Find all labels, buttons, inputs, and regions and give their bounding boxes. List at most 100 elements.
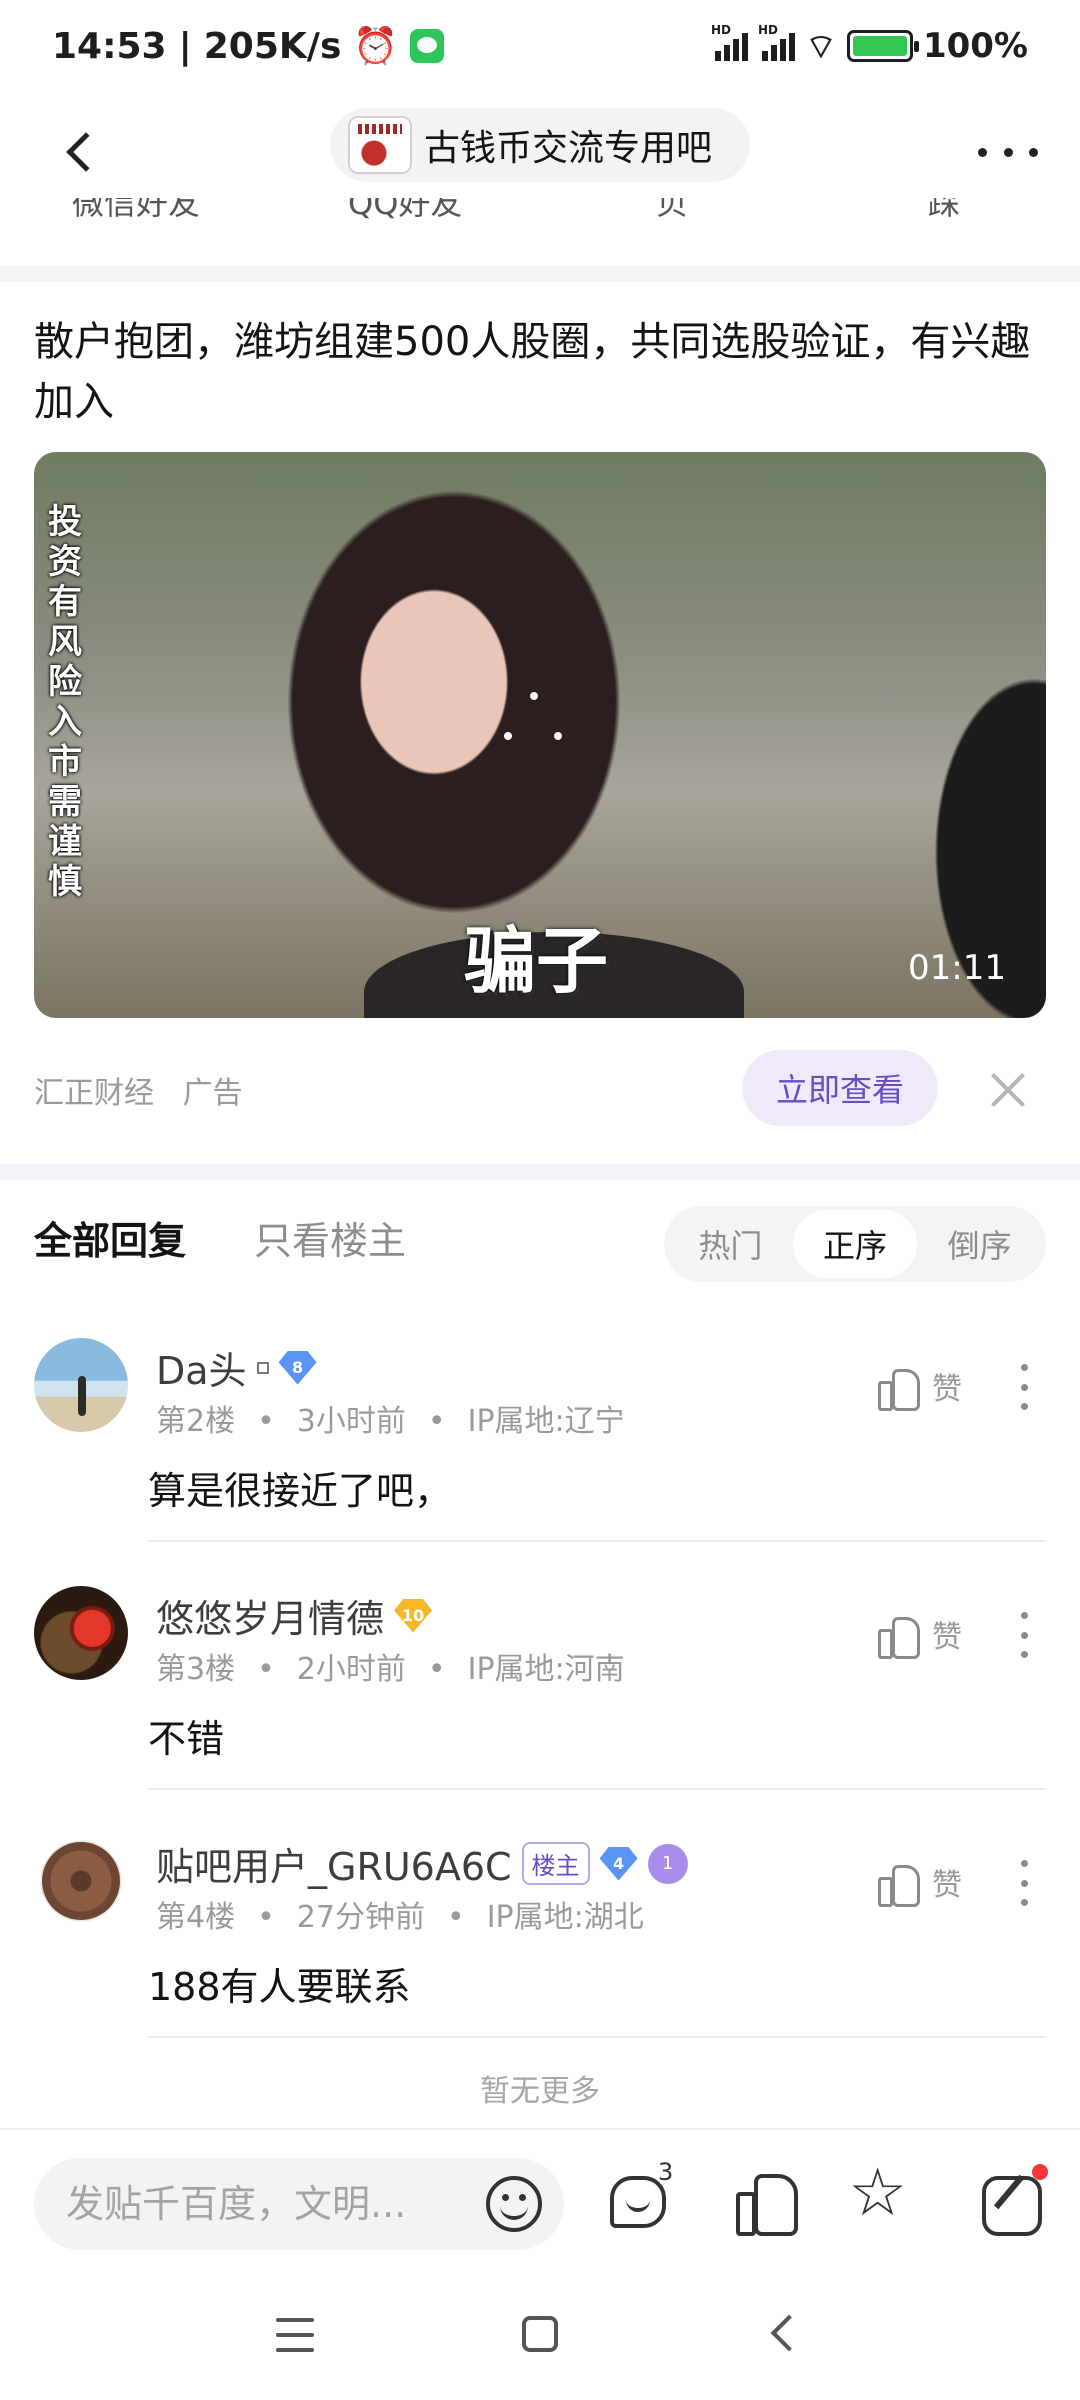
comment-item: 悠悠岁月情德 10 第3楼 • 2小时前 • IP属地:河南 赞 不错: [0, 1586, 1080, 1834]
forum-entry-button[interactable]: 古钱币交流专用吧: [330, 108, 750, 182]
battery-percent: 100%: [922, 26, 1028, 66]
close-icon[interactable]: [984, 1066, 1032, 1114]
floor-number: 第4楼: [156, 1900, 236, 1935]
thumbs-up-icon: [878, 1365, 920, 1411]
medal-icon: 1: [647, 1843, 688, 1884]
share-dislike-label[interactable]: 踩: [928, 198, 960, 224]
ad-label: 广告: [182, 1076, 243, 1111]
share-strip-cut: 微信好友 QQ好友 贝 踩: [0, 198, 1080, 226]
share-wechat-label[interactable]: 微信好友: [72, 198, 200, 224]
chevron-left-icon: [66, 132, 106, 172]
compose-input[interactable]: [66, 2182, 466, 2226]
comment-username-row: 贴吧用户_GRU6A6C 楼主 4 1: [156, 1836, 688, 1891]
sort-hot[interactable]: 热门: [668, 1210, 793, 1278]
reply-button[interactable]: 3: [604, 2158, 676, 2238]
comment-more-button[interactable]: [1014, 1860, 1034, 1906]
comment-item: Da头 8 第2楼 • 3小时前 • IP属地:辽宁 赞 算是很接近了吧，: [0, 1338, 1080, 1586]
comment-more-button[interactable]: [1014, 1612, 1034, 1658]
comment-meta: 第4楼 • 27分钟前 • IP属地:湖北: [156, 1900, 644, 1935]
forum-name: 古钱币交流专用吧: [424, 128, 713, 169]
sort-ascending[interactable]: 正序: [792, 1210, 918, 1278]
home-icon[interactable]: [522, 2316, 558, 2352]
owner-tag: 楼主: [521, 1842, 590, 1885]
ad-title[interactable]: 散户抱团，潍坊组建500人股圈，共同选股验证，有兴趣加入: [34, 312, 1044, 432]
reply-count: 3: [658, 2158, 674, 2186]
advertiser-name: 汇正财经: [34, 1076, 154, 1111]
avatar[interactable]: [34, 1338, 128, 1432]
star-icon[interactable]: ☆: [848, 2160, 920, 2238]
comment-username-row: 悠悠岁月情德 10: [156, 1588, 433, 1643]
comment-username-row: Da头 8: [156, 1340, 317, 1395]
emoji-icon[interactable]: [486, 2176, 542, 2232]
floor-number: 第3楼: [156, 1652, 236, 1687]
forum-avatar: [348, 116, 412, 174]
avatar[interactable]: [34, 1586, 128, 1680]
username[interactable]: 悠悠岁月情德: [156, 1588, 384, 1643]
signal-icon: HD: [711, 23, 748, 61]
comment-item: 贴吧用户_GRU6A6C 楼主 4 1 第4楼 • 27分钟前 • IP属地:湖北 赞 …: [0, 1834, 1080, 2082]
compose-box[interactable]: [34, 2158, 564, 2250]
back-button[interactable]: [40, 112, 120, 192]
ad-video[interactable]: 投资有风险 入市需谨慎 骗子 01:11: [34, 452, 1046, 1018]
ip-location: IP属地:辽宁: [467, 1404, 625, 1439]
comment-meta: 第2楼 • 3小时前 • IP属地:辽宁: [156, 1404, 625, 1439]
small-square-icon: [256, 1361, 269, 1374]
floor-number: 第2楼: [156, 1404, 236, 1439]
no-more-label: 暂无更多: [480, 2074, 600, 2109]
sort-toggle: 热门 正序 倒序: [664, 1206, 1046, 1282]
like-label: 赞: [932, 1868, 962, 1903]
username[interactable]: 贴吧用户_GRU6A6C: [156, 1836, 512, 1891]
system-nav-bar: [0, 2278, 1080, 2400]
like-button[interactable]: 赞: [878, 1860, 962, 1907]
section-divider: [0, 266, 1080, 282]
battery-icon: [846, 30, 919, 62]
avatar[interactable]: [34, 1834, 128, 1928]
more-options-button[interactable]: [972, 122, 1044, 182]
top-nav-bar: 古钱币交流专用吧: [0, 92, 1080, 212]
like-label: 赞: [932, 1372, 962, 1407]
share-tip-label[interactable]: 贝: [656, 198, 688, 224]
loading-spinner-icon: [504, 692, 564, 752]
back-icon[interactable]: [770, 2314, 808, 2352]
ip-location: IP属地:湖北: [486, 1900, 644, 1935]
level-badge: 8: [278, 1350, 317, 1385]
video-duration: 01:11: [908, 948, 1006, 988]
wechat-icon: [410, 29, 445, 63]
ip-location: IP属地:河南: [467, 1652, 625, 1687]
comment-text: 188有人要联系: [148, 1965, 411, 2009]
level-badge: 4: [599, 1846, 638, 1881]
like-label: 赞: [932, 1620, 962, 1655]
section-divider: [0, 1164, 1080, 1180]
video-subtitle: 骗子: [464, 919, 609, 1003]
comment-divider: [148, 1540, 1046, 1542]
comment-more-button[interactable]: [1014, 1364, 1034, 1410]
share-qq-label[interactable]: QQ好友: [348, 198, 462, 224]
menu-icon[interactable]: [276, 2318, 314, 2352]
ad-view-now-button[interactable]: 立即查看: [742, 1050, 938, 1126]
tab-owner-only[interactable]: 只看楼主: [254, 1210, 406, 1265]
thumbs-up-icon: [878, 1613, 920, 1659]
comment-text: 不错: [148, 1717, 225, 1761]
post-time: 27分钟前: [296, 1900, 425, 1935]
sort-descending[interactable]: 倒序: [917, 1210, 1042, 1278]
status-time: 14:53: [52, 25, 167, 67]
wifi-icon: ⌔: [804, 26, 837, 67]
username[interactable]: Da头: [156, 1340, 247, 1395]
comment-divider: [148, 2036, 1046, 2038]
comment-text: 算是很接近了吧，: [148, 1469, 453, 1513]
tab-all-replies[interactable]: 全部回复: [34, 1210, 186, 1265]
edit-icon[interactable]: [976, 2164, 1048, 2238]
notification-dot: [1032, 2164, 1048, 2180]
thumbs-up-icon[interactable]: [730, 2166, 802, 2238]
like-button[interactable]: 赞: [878, 1364, 962, 1411]
comment-divider: [148, 1788, 1046, 1790]
post-time: 3小时前: [296, 1404, 406, 1439]
thumbs-up-icon: [878, 1861, 920, 1907]
comment-meta: 第3楼 • 2小时前 • IP属地:河南: [156, 1652, 625, 1687]
bottom-action-bar: 3 ☆: [0, 2128, 1080, 2278]
ad-source: 汇正财经 广告: [34, 1068, 243, 1112]
level-badge: 10: [394, 1598, 433, 1633]
net-speed: 205K/s: [203, 25, 342, 67]
like-button[interactable]: 赞: [878, 1612, 962, 1659]
status-bar: 14:53 | 205K/s ⏰ HD HD ⌔ 100%: [52, 23, 1028, 67]
